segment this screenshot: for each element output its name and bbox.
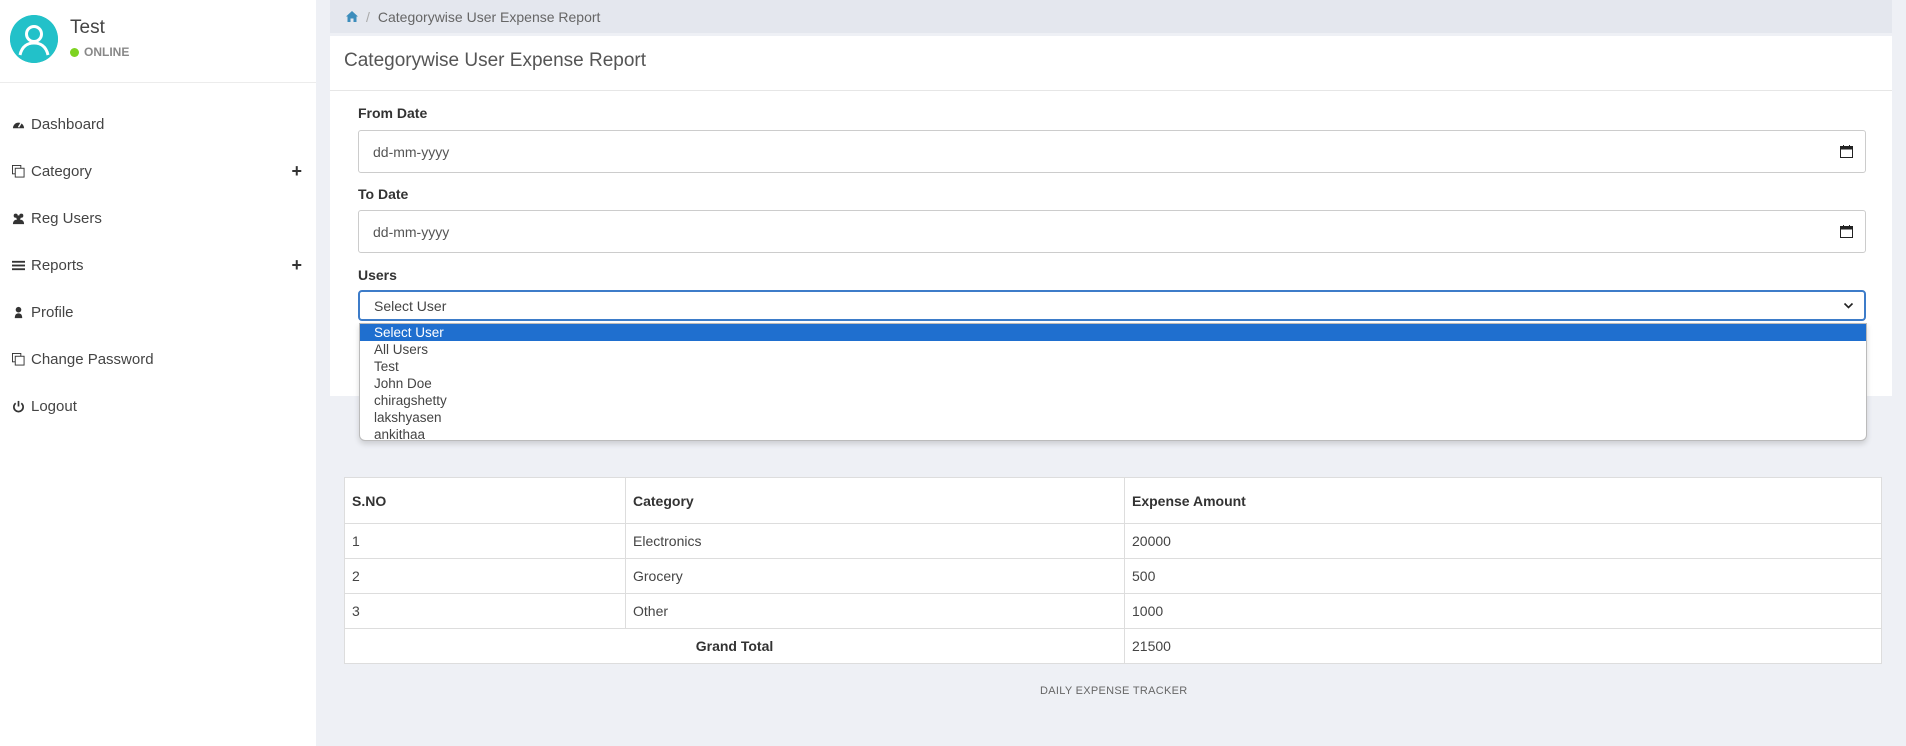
dropdown-option[interactable]: lakshyasen [360,409,1866,426]
users-label: Users [358,267,397,283]
sidebar-menu: Dashboard Category + Reg Users Reports + [0,101,316,430]
user-status-label: ONLINE [84,45,130,59]
grand-total-value: 21500 [1124,628,1882,664]
home-icon[interactable] [346,11,358,22]
to-date-placeholder: dd-mm-yyyy [373,223,450,240]
from-date-placeholder: dd-mm-yyyy [373,143,450,160]
dropdown-option[interactable]: ankithaa [360,426,1866,440]
cell-sno: 3 [344,593,626,629]
table-row: 1 Electronics 20000 [344,523,1882,559]
table-header-row: S.NO Category Expense Amount [344,477,1882,524]
dropdown-option[interactable]: Test [360,358,1866,375]
sidebar-item-reports[interactable]: Reports + [0,242,316,289]
sidebar-item-change-password[interactable]: Change Password [0,336,316,383]
chevron-down-icon [1843,302,1854,309]
sidebar-item-label: Logout [31,398,77,415]
users-dropdown-list: Select User All Users Test John Doe chir… [359,323,1867,441]
dropdown-option[interactable]: John Doe [360,375,1866,392]
cell-category: Grocery [625,558,1125,594]
user-panel: Test ONLINE [0,0,316,83]
sidebar-item-profile[interactable]: Profile [0,289,316,336]
plus-icon[interactable]: + [291,256,302,274]
sidebar-item-label: Profile [31,304,74,321]
sidebar: Test ONLINE Dashboard Category + Reg Use… [0,0,316,746]
sidebar-item-label: Reports [31,257,84,274]
dropdown-option[interactable]: chiragshetty [360,392,1866,409]
user-name: Test [70,17,105,38]
online-status-icon [70,47,79,57]
dashboard-icon [11,118,25,132]
dropdown-option[interactable]: All Users [360,341,1866,358]
plus-icon[interactable]: + [291,162,302,180]
copy-icon [11,353,25,367]
footer-text: DAILY EXPENSE TRACKER [1040,685,1188,697]
breadcrumb-current: Categorywise User Expense Report [377,8,601,25]
divider [330,90,1892,91]
sidebar-item-dashboard[interactable]: Dashboard [0,101,316,148]
sidebar-item-category[interactable]: Category + [0,148,316,195]
from-date-input[interactable]: dd-mm-yyyy [358,130,1866,173]
breadcrumb: / Categorywise User Expense Report [330,0,1892,33]
users-select-value: Select User [374,297,447,314]
avatar [10,15,58,63]
cell-amount: 500 [1124,558,1882,594]
cell-amount: 20000 [1124,523,1882,559]
breadcrumb-separator: / [366,8,370,25]
to-date-input[interactable]: dd-mm-yyyy [358,210,1866,253]
list-icon [11,259,25,273]
calendar-icon[interactable] [1840,225,1853,238]
user-icon [11,306,25,320]
page-title: Categorywise User Expense Report [344,50,647,71]
cell-sno: 1 [344,523,626,559]
power-icon [11,400,25,414]
table-row: 3 Other 1000 [344,593,1882,629]
sidebar-item-label: Reg Users [31,210,102,227]
user-avatar-icon [10,15,58,63]
sidebar-item-label: Change Password [31,351,154,368]
users-icon [11,212,25,226]
sidebar-item-reg-users[interactable]: Reg Users [0,195,316,242]
grand-total-row: Grand Total 21500 [344,628,1882,664]
cell-category: Other [625,593,1125,629]
dropdown-option[interactable]: Select User [360,324,1866,341]
cell-sno: 2 [344,558,626,594]
calendar-icon[interactable] [1840,145,1853,158]
sidebar-item-label: Dashboard [31,116,105,133]
users-select[interactable]: Select User [358,290,1866,321]
copy-icon [11,165,25,179]
to-date-label: To Date [358,186,409,202]
cell-amount: 1000 [1124,593,1882,629]
table-row: 2 Grocery 500 [344,558,1882,594]
user-status: ONLINE [70,45,129,59]
column-header-expense-amount: Expense Amount [1124,477,1882,524]
report-table: S.NO Category Expense Amount 1 Electroni… [344,477,1882,664]
column-header-sno: S.NO [344,477,626,524]
sidebar-item-logout[interactable]: Logout [0,383,316,430]
sidebar-item-label: Category [31,163,92,180]
from-date-label: From Date [358,105,428,121]
grand-total-label: Grand Total [344,628,1125,664]
cell-category: Electronics [625,523,1125,559]
column-header-category: Category [625,477,1125,524]
